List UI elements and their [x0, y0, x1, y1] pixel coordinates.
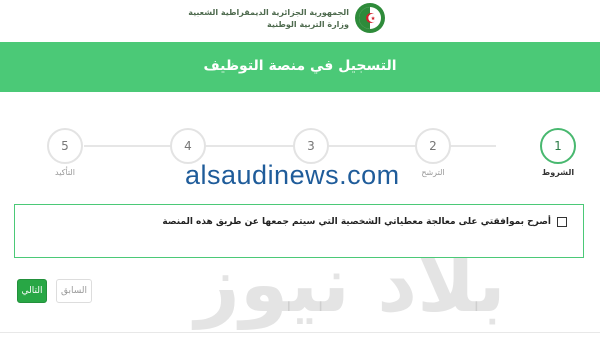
site-watermark: alsaudinews.com [185, 160, 400, 190]
terms-panel: أصرح بموافقتي على معالجة معطياتي الشخصية… [14, 204, 584, 258]
ministry-brand[interactable]: الجمهورية الجزائرية الديمقراطية الشعبية … [188, 3, 385, 33]
step-2[interactable]: 2 [415, 128, 451, 164]
terms-consent-text: أصرح بموافقتي على معالجة معطياتي الشخصية… [162, 217, 551, 227]
republic-name: الجمهورية الجزائرية الديمقراطية الشعبية [188, 7, 349, 17]
page-banner: التسجيل في منصة التوظيف [0, 42, 600, 92]
algeria-emblem-icon [355, 3, 385, 33]
step-5[interactable]: 5 [47, 128, 83, 164]
site-header: الجمهورية الجزائرية الديمقراطية الشعبية … [0, 0, 600, 40]
terms-checkbox[interactable] [557, 217, 567, 227]
step-1[interactable]: 1 [540, 128, 576, 164]
step-3[interactable]: 3 [293, 128, 329, 164]
step-2-label: الترشح [421, 168, 445, 177]
step-1-label: الشروط [541, 168, 575, 177]
page-title: التسجيل في منصة التوظيف [203, 58, 397, 74]
next-button[interactable]: التالي [17, 279, 47, 303]
previous-button[interactable]: السابق [56, 279, 92, 303]
step-5-label: التأكيد [55, 168, 75, 177]
footer-divider [0, 332, 600, 333]
step-4[interactable]: 4 [170, 128, 206, 164]
ministry-name: وزارة التربية الوطنية [266, 19, 349, 29]
terms-consent-row[interactable]: أصرح بموافقتي على معالجة معطياتي الشخصية… [162, 217, 567, 227]
